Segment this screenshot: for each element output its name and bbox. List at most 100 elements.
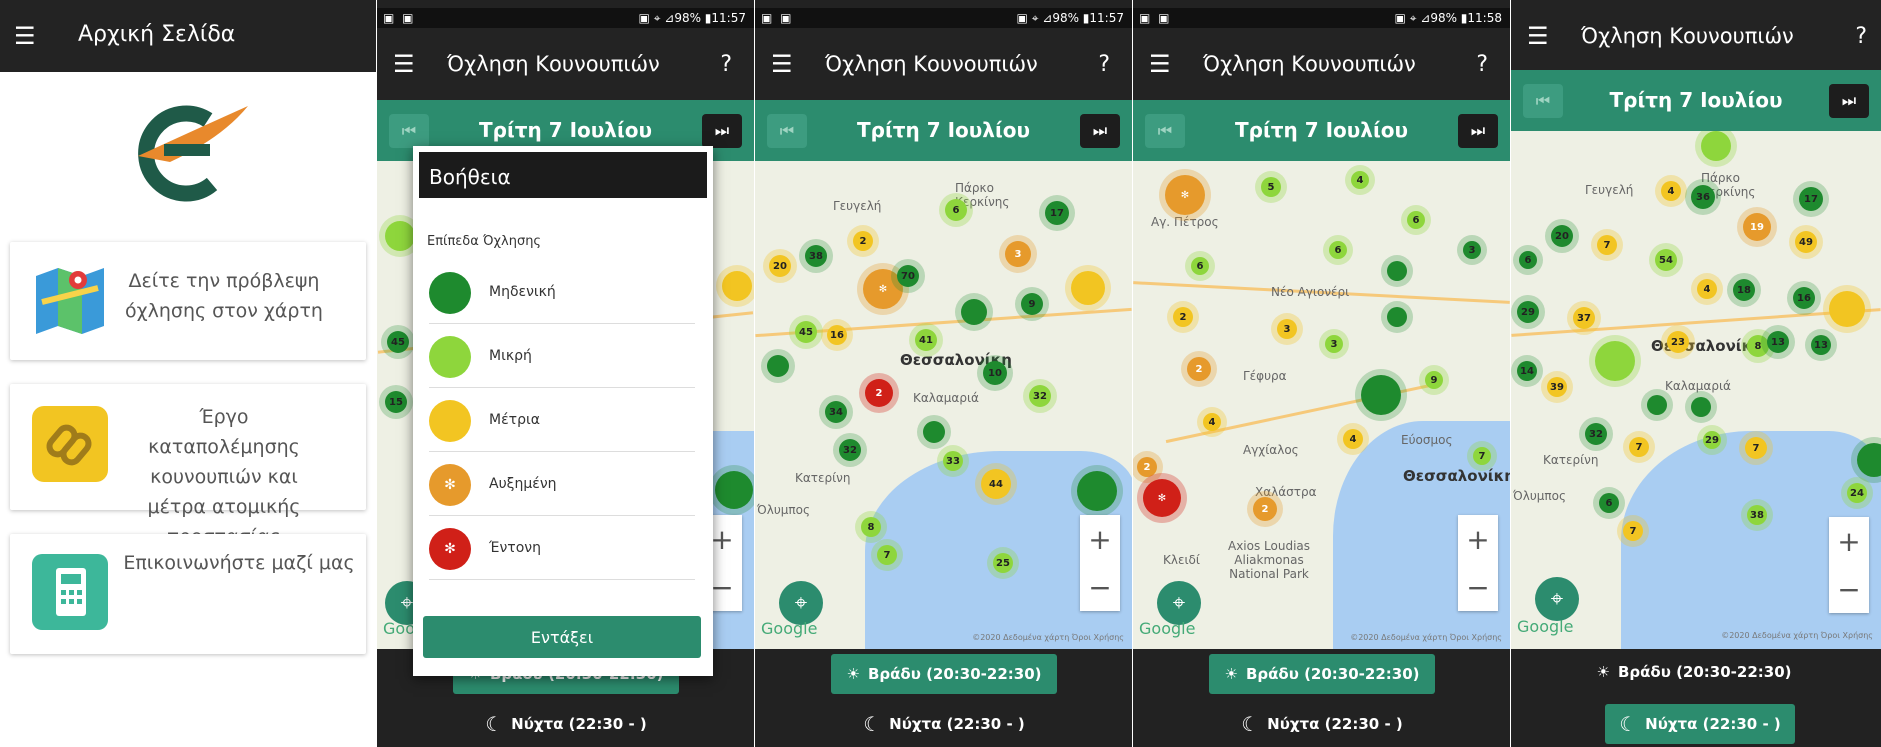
help-dialog: Βοήθεια Επίπεδα Όχλησης Μηδενική Μικρή Μ… bbox=[413, 146, 713, 676]
status-icons-left: ▣ ▣ bbox=[1139, 11, 1172, 25]
help-icon[interactable]: ? bbox=[720, 52, 732, 77]
google-logo: Google bbox=[761, 619, 818, 638]
night-label: Νύχτα (22:30 - ) bbox=[1267, 715, 1403, 733]
hamburger-icon[interactable]: ☰ bbox=[771, 50, 793, 78]
moon-icon: ☾ bbox=[863, 712, 882, 736]
map-screen-night: ☰ Όχληση Κουνουπιών ? ⏮ Τρίτη 7 Ιουλίου … bbox=[1511, 0, 1881, 747]
zoom-in-button[interactable]: + bbox=[1458, 515, 1498, 563]
level-row: ✻ Αυξημένη bbox=[429, 452, 695, 516]
evening-label: Βράδυ (20:30-22:30) bbox=[1245, 665, 1420, 683]
sunset-icon: ☀ bbox=[846, 665, 860, 683]
next-day-button[interactable]: ⏭ bbox=[702, 114, 742, 148]
zoom-in-button[interactable]: + bbox=[1829, 517, 1869, 565]
sunset-icon: ☀ bbox=[1224, 665, 1238, 683]
app-bar: ☰ Όχληση Κουνουπιών ? bbox=[1511, 0, 1881, 70]
screen-title: Όχληση Κουνουπιών bbox=[1203, 52, 1416, 76]
status-icons-right: ▣ ⌖ ⊿98% ▮11:57 bbox=[1016, 11, 1124, 25]
ok-button[interactable]: Εντάξει bbox=[423, 616, 701, 658]
map-screen-help: ▣ ▣ ▣ ⌖ ⊿98% ▮11:57 ☰ Όχληση Κουνουπιών … bbox=[377, 0, 754, 747]
map-view[interactable]: Νέο Αγιονέρι Αγ. Πέτρος Γέφυρα Αγχίαλος … bbox=[1133, 161, 1510, 649]
map-forecast-card[interactable]: Δείτε την πρόβλεψη όχλησης στον χάρτη bbox=[10, 242, 366, 360]
hamburger-icon[interactable]: ☰ bbox=[393, 50, 415, 78]
help-icon[interactable]: ? bbox=[1476, 52, 1488, 77]
date-bar: ⏮ Τρίτη 7 Ιουλίου ⏭ bbox=[755, 100, 1132, 161]
hamburger-icon[interactable]: ☰ bbox=[14, 22, 36, 50]
level-row: ✻ Έντονη bbox=[429, 516, 695, 580]
zoom-out-button[interactable]: − bbox=[1829, 565, 1869, 613]
evening-time-button[interactable]: ☀ Βράδυ (20:30-22:30) bbox=[1581, 652, 1807, 692]
level-label: Αυξημένη bbox=[489, 476, 557, 492]
zoom-out-button[interactable]: − bbox=[1080, 563, 1120, 611]
locate-icon[interactable]: ⌖ bbox=[1535, 577, 1579, 621]
date-bar: ⏮ Τρίτη 7 Ιουλίου ⏭ bbox=[1511, 70, 1881, 131]
page-title: Αρχική Σελίδα bbox=[78, 22, 236, 47]
status-bar: ▣ ▣ ▣ ⌖ ⊿98% ▮11:58 bbox=[1133, 8, 1510, 28]
level-row: Μέτρια bbox=[429, 388, 695, 452]
hamburger-icon[interactable]: ☰ bbox=[1527, 22, 1549, 50]
screen-title: Όχληση Κουνουπιών bbox=[447, 52, 660, 76]
zoom-out-button[interactable]: − bbox=[1458, 563, 1498, 611]
status-icons-left: ▣ ▣ bbox=[383, 11, 416, 25]
night-time-button[interactable]: ☾ Νύχτα (22:30 - ) bbox=[1209, 704, 1435, 744]
date-label: Τρίτη 7 Ιουλίου bbox=[479, 118, 652, 142]
map-screen-overview: ▣ ▣ ▣ ⌖ ⊿98% ▮11:57 ☰ Όχληση Κουνουπιών … bbox=[755, 0, 1132, 747]
level-row: Μηδενική bbox=[429, 260, 695, 324]
home-app-bar: ☰ Αρχική Σελίδα bbox=[0, 0, 376, 72]
help-icon[interactable]: ? bbox=[1855, 24, 1867, 49]
map-attribution: ©2020 Δεδομένα χάρτη Όροι Χρήσης bbox=[1721, 631, 1873, 640]
app-bar: ☰ Όχληση Κουνουπιών ? bbox=[1133, 28, 1510, 100]
evening-label: Βράδυ (20:30-22:30) bbox=[1617, 663, 1792, 681]
map-label: Κλειδί bbox=[1163, 553, 1200, 567]
zoom-control[interactable]: + − bbox=[1458, 515, 1498, 611]
zoom-control[interactable]: + − bbox=[1080, 515, 1120, 611]
dialog-title: Βοήθεια bbox=[419, 152, 707, 198]
night-time-button[interactable]: ☾ Νύχτα (22:30 - ) bbox=[1605, 704, 1795, 744]
next-day-button[interactable]: ⏭ bbox=[1458, 114, 1498, 148]
next-day-button[interactable]: ⏭ bbox=[1080, 114, 1120, 148]
map-label: Γέφυρα bbox=[1243, 369, 1287, 383]
map-label: Κατερίνη bbox=[795, 471, 851, 485]
help-icon[interactable]: ? bbox=[1098, 52, 1110, 77]
evening-time-button[interactable]: ☀ Βράδυ (20:30-22:30) bbox=[1209, 654, 1435, 694]
map-view[interactable]: Γευγελή Πάρκο Κερκίνης Θεσσαλονίκη Καλαμ… bbox=[1511, 131, 1881, 649]
hamburger-icon[interactable]: ☰ bbox=[1149, 50, 1171, 78]
mosquito-project-card[interactable]: Έργο καταπολέμησης κουνουπιών και μέτρα … bbox=[10, 384, 366, 548]
google-logo: Google bbox=[1139, 619, 1196, 638]
map-screen-zoomed: ▣ ▣ ▣ ⌖ ⊿98% ▮11:58 ☰ Όχληση Κουνουπιών … bbox=[1133, 0, 1510, 747]
map-label: Axios Loudias Aliakmonas National Park bbox=[1227, 539, 1311, 581]
night-time-button[interactable]: ☾ Νύχτα (22:30 - ) bbox=[831, 704, 1057, 744]
moon-icon: ☾ bbox=[485, 712, 504, 736]
map-attribution: ©2020 Δεδομένα χάρτη Όροι Χρήσης bbox=[972, 633, 1124, 642]
next-day-button[interactable]: ⏭ bbox=[1829, 84, 1869, 118]
night-time-button[interactable]: ☾ Νύχτα (22:30 - ) bbox=[453, 704, 679, 744]
map-label: Αγχίαλος bbox=[1243, 443, 1299, 457]
night-label: Νύχτα (22:30 - ) bbox=[1645, 715, 1781, 733]
status-icons-right: ▣ ⌖ ⊿98% ▮11:57 bbox=[638, 11, 746, 25]
home-screen: ☰ Αρχική Σελίδα Δείτε την πρόβλεψη όχλησ… bbox=[0, 0, 376, 747]
mosquito-icon: ✻ bbox=[429, 528, 471, 570]
map-view[interactable]: Γευγελή Πάρκο Κερκίνης Θεσσαλονίκη Καλαμ… bbox=[755, 161, 1132, 649]
map-label: Εύοσμος bbox=[1401, 433, 1453, 447]
map-icon bbox=[32, 262, 108, 338]
level-row: Μικρή bbox=[429, 324, 695, 388]
level-dot bbox=[429, 336, 471, 378]
moon-icon: ☾ bbox=[1241, 712, 1260, 736]
date-label: Τρίτη 7 Ιουλίου bbox=[1609, 88, 1783, 112]
zoom-control[interactable]: + − bbox=[1829, 517, 1869, 613]
status-bar: ▣ ▣ ▣ ⌖ ⊿98% ▮11:57 bbox=[377, 8, 754, 28]
level-label: Μηδενική bbox=[489, 284, 556, 300]
evening-time-button[interactable]: ☀ Βράδυ (20:30-22:30) bbox=[831, 654, 1057, 694]
date-label: Τρίτη 7 Ιουλίου bbox=[857, 118, 1030, 142]
google-logo: Google bbox=[1517, 617, 1574, 636]
screen-title: Όχληση Κουνουπιών bbox=[1581, 24, 1794, 48]
evening-label: Βράδυ (20:30-22:30) bbox=[867, 665, 1042, 683]
date-label: Τρίτη 7 Ιουλίου bbox=[1235, 118, 1408, 142]
map-label: Γευγελή bbox=[1585, 183, 1634, 197]
map-attribution: ©2020 Δεδομένα χάρτη Όροι Χρήσης bbox=[1350, 633, 1502, 642]
card-text: Δείτε την πρόβλεψη όχλησης στον χάρτη bbox=[125, 270, 323, 322]
contact-card[interactable]: Επικοινωνήστε μαζί μας bbox=[10, 534, 366, 654]
mosquito-icon: ✻ bbox=[429, 464, 471, 506]
zoom-in-button[interactable]: + bbox=[1080, 515, 1120, 563]
card-text: Έργο καταπολέμησης κουνουπιών και μέτρα … bbox=[147, 406, 301, 548]
map-label: Αγ. Πέτρος bbox=[1151, 215, 1219, 229]
